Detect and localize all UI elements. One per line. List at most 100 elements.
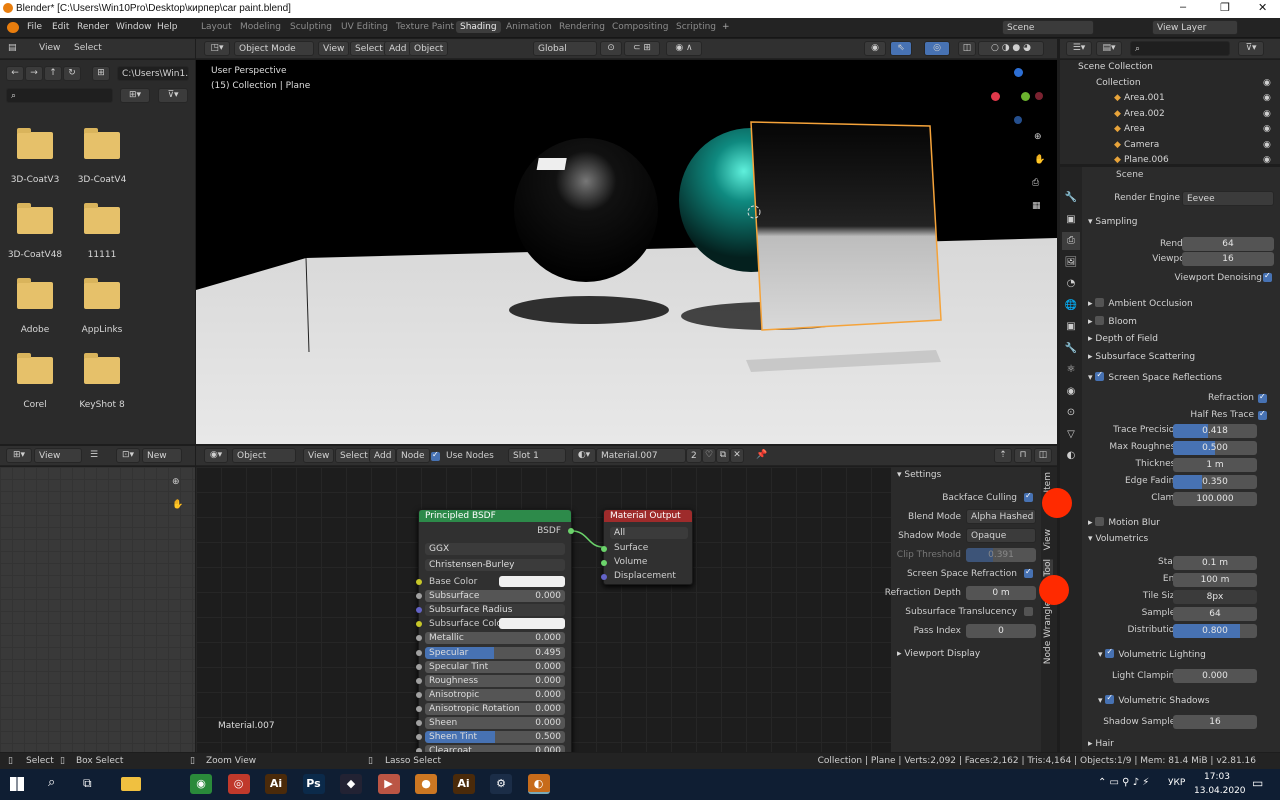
outliner-item[interactable]: Area.001 (1124, 93, 1165, 103)
gizmo-z-icon[interactable] (1014, 68, 1023, 77)
taskbar-app-icon[interactable]: ⚙ (490, 774, 512, 794)
tab-scripting[interactable]: Scripting (676, 22, 716, 32)
clock-time[interactable]: 17:03 (1204, 772, 1230, 782)
close-button[interactable]: ✕ (1258, 1, 1267, 14)
bsdf-input-socket[interactable] (416, 720, 422, 726)
taskbar-app-icon[interactable]: ◉ (190, 774, 212, 794)
bsdf-value-field[interactable]: Anisotropic Rotation 0.000 (425, 702, 565, 715)
color-swatch[interactable] (499, 618, 565, 630)
properties-tab-icon[interactable]: ◔ (1062, 275, 1080, 293)
left-view-menu[interactable]: View (34, 448, 82, 463)
material-name-field[interactable]: Material.007 (596, 448, 686, 463)
taskbar-app-icon[interactable]: Ai (452, 774, 475, 794)
folder-icon[interactable] (84, 128, 120, 159)
add-workspace-icon[interactable]: + (722, 22, 730, 32)
bsdf-value-field[interactable]: Metallic 0.000 (425, 632, 565, 645)
properties-tab-icon[interactable]: ◉ (1062, 383, 1080, 401)
filter-icon[interactable]: ⊽▾ (158, 88, 188, 103)
settings-section-header[interactable]: ▾ Settings (897, 470, 941, 480)
sidebar-tab-tool[interactable]: Tool (1043, 559, 1053, 577)
gizmo-y-icon[interactable] (1021, 92, 1030, 101)
tab-animation[interactable]: Animation (506, 22, 552, 32)
menu-file[interactable]: File (27, 22, 42, 32)
search-icon[interactable]: ⌕ (48, 775, 55, 790)
outliner-item[interactable]: Area (1124, 124, 1145, 134)
clock-date[interactable]: 13.04.2020 (1194, 786, 1246, 796)
material-output-node[interactable]: Material Output All Surface Volume Displ… (601, 509, 693, 585)
bsdf-input-socket[interactable] (416, 579, 422, 585)
eye-icon[interactable]: ◉ (1263, 109, 1271, 119)
node-menu-node[interactable]: Node (396, 448, 430, 463)
hair-section[interactable]: ▸ Hair (1088, 739, 1114, 749)
outliner-item[interactable]: Plane.006 (1124, 155, 1169, 165)
menu-window[interactable]: Window (116, 22, 152, 32)
slot-dropdown[interactable]: Slot 1 (508, 448, 566, 463)
menu-render[interactable]: Render (77, 22, 109, 32)
volumetric-field[interactable]: 64 (1173, 607, 1257, 621)
motion-blur-checkbox[interactable] (1095, 517, 1105, 526)
outliner-search-input[interactable]: ⌕ (1130, 41, 1230, 56)
principled-bsdf-node[interactable]: Principled BSDF BSDF GGX Christensen-Bur… (416, 509, 574, 752)
ortho-grid-icon[interactable]: ▦ (1032, 201, 1041, 211)
bsdf-input-socket[interactable] (416, 705, 422, 712)
ssr-field[interactable]: 0.500 (1173, 441, 1257, 455)
viewport-denoising-checkbox[interactable] (1263, 271, 1272, 282)
image-pan-icon[interactable]: ✋ (172, 500, 183, 510)
folder-name[interactable]: Corel (0, 400, 70, 410)
properties-tab-icon[interactable]: ⎙ (1062, 232, 1080, 250)
gizmo-icon[interactable]: ⇖ (890, 41, 912, 56)
shading-modes-icon[interactable]: ○ ◑ ● ◕ (978, 41, 1044, 56)
pin-icon[interactable]: 📌 (756, 450, 767, 460)
material-output-header[interactable]: Material Output (604, 510, 692, 522)
render-samples-field[interactable]: 64 (1182, 237, 1274, 251)
minimize-button[interactable]: – (1180, 1, 1186, 13)
ssr-option-checkbox[interactable] (1258, 392, 1267, 403)
back-icon[interactable]: ← (6, 66, 24, 81)
folder-icon[interactable] (84, 203, 120, 234)
gizmo-neg-x-icon[interactable] (1035, 92, 1043, 100)
bsdf-value-field[interactable]: Roughness 0.000 (425, 674, 565, 687)
menu-edit[interactable]: Edit (52, 22, 69, 32)
refraction-depth-field[interactable]: 0 m (966, 586, 1036, 600)
overlay-icon[interactable]: ◎ (924, 41, 950, 56)
tab-layout[interactable]: Layout (201, 22, 232, 32)
ssr-field[interactable]: 0.418 (1173, 424, 1257, 438)
ss-translucency-checkbox[interactable] (1024, 607, 1033, 616)
taskbar-app-icon[interactable]: ▶ (377, 774, 400, 794)
folder-name[interactable]: AppLinks (67, 325, 137, 335)
bsdf-value-field[interactable]: Specular 0.495 (425, 646, 565, 659)
display-mode-icon[interactable]: ▤▾ (1096, 41, 1122, 56)
tab-modeling[interactable]: Modeling (240, 22, 281, 32)
path-field[interactable]: C:\Users\Win1... (117, 66, 189, 81)
visibility-icon[interactable]: ◉ (864, 41, 886, 56)
tab-shading[interactable]: Shading (456, 21, 501, 33)
motion-blur-section[interactable]: ▸ Motion Blur (1088, 516, 1160, 528)
properties-tab-icon[interactable]: 🔧 (1062, 189, 1080, 207)
ssr-option-checkbox[interactable] (1258, 409, 1267, 420)
pivot-icon[interactable]: ⊙ (600, 41, 622, 56)
viewport-menu-object[interactable]: Object (409, 41, 449, 56)
surface-socket[interactable] (601, 546, 607, 552)
ssr-field[interactable]: 0.350 (1173, 475, 1257, 489)
bsdf-input-socket[interactable] (416, 621, 422, 628)
sidebar-tab-node-wrangler[interactable]: Node Wrangler (1043, 597, 1053, 664)
taskbar-app-icon[interactable]: Ps (302, 774, 325, 794)
viewport-3d[interactable]: User Perspective (15) Collection | Plane… (196, 60, 1057, 444)
node-menu-view[interactable]: View (303, 448, 335, 463)
pan-hand-icon[interactable]: ✋ (1034, 155, 1045, 165)
parent-node-tree-icon[interactable]: ⇡ (994, 448, 1012, 463)
image-editor-type-icon[interactable]: ⊞▾ (6, 448, 32, 463)
bsdf-input-socket[interactable] (416, 635, 422, 642)
bsdf-input-socket[interactable] (416, 691, 422, 698)
bsdf-value-field[interactable]: Specular Tint 0.000 (425, 660, 565, 673)
taskbar-app-icon[interactable]: ● (415, 774, 437, 794)
bsdf-value-field[interactable]: Sheen Tint 0.500 (425, 731, 565, 744)
bsdf-value-field[interactable]: Subsurface 0.000 (425, 590, 565, 603)
volumetric-lighting-section[interactable]: ▾ Volumetric Lighting (1098, 647, 1206, 660)
effects-section[interactable]: ▸ Ambient Occlusion (1088, 297, 1193, 309)
fake-user-icon[interactable]: ♡ (702, 448, 716, 463)
bsdf-input-socket[interactable] (416, 734, 422, 741)
maximize-button[interactable]: ❐ (1220, 1, 1230, 14)
filebrowser-menu-select[interactable]: Select (74, 43, 102, 53)
effects-section[interactable]: ▸ Depth of Field (1088, 334, 1158, 344)
